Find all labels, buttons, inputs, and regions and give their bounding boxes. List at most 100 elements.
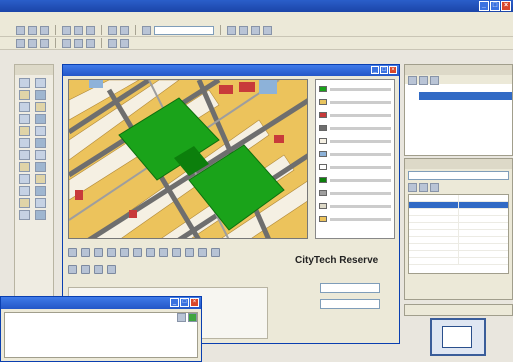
tool-icon[interactable] [19,174,30,184]
tool-icon[interactable] [19,126,30,136]
redo-icon[interactable] [120,25,129,35]
text-field[interactable] [320,299,380,309]
tool-icon[interactable] [35,162,46,172]
legend-row[interactable] [319,214,391,224]
text-field[interactable] [320,283,380,293]
tool-icon[interactable] [35,198,46,208]
zoom-out-icon[interactable] [81,247,90,257]
property-row[interactable] [409,216,508,223]
measure-icon[interactable] [146,247,155,257]
property-row[interactable] [409,251,508,258]
property-row[interactable] [409,223,508,230]
properties-icon[interactable] [251,25,260,35]
property-row[interactable] [409,195,508,202]
property-row[interactable] [409,209,508,216]
categorized-icon[interactable] [408,183,417,192]
same-size-icon[interactable] [108,38,117,48]
property-row[interactable] [409,258,508,265]
align-center-icon[interactable] [28,38,37,48]
print-icon[interactable] [185,247,194,257]
find-icon[interactable] [227,25,236,35]
tool-icon[interactable] [35,138,46,148]
tool-icon[interactable] [35,78,46,88]
align-top-icon[interactable] [62,38,71,48]
tool-icon[interactable] [35,114,46,124]
minimize-icon[interactable]: _ [170,298,179,307]
map-tool-icon[interactable] [68,264,77,274]
pan-icon[interactable] [94,247,103,257]
dialog-icon[interactable] [177,313,186,322]
map-tool-icon[interactable] [81,264,90,274]
identify-icon[interactable] [120,247,129,257]
tool-icon[interactable] [19,186,30,196]
object-selector-combo[interactable] [408,171,509,180]
property-row[interactable] [409,237,508,244]
copy-icon[interactable] [74,25,83,35]
map-view[interactable] [68,79,308,239]
tool-icon[interactable] [19,210,30,220]
tool-icon[interactable] [35,102,46,112]
tool-icon[interactable] [19,138,30,148]
tool-icon[interactable] [19,198,30,208]
open-file-icon[interactable] [28,25,37,35]
form-button[interactable] [338,323,368,335]
legend-row[interactable] [319,123,391,133]
events-icon[interactable] [430,183,439,192]
close-icon[interactable]: × [190,298,199,307]
alphabetical-icon[interactable] [419,183,428,192]
undo-icon[interactable] [108,25,117,35]
zoom-in-icon[interactable] [68,247,77,257]
align-bottom-icon[interactable] [86,38,95,48]
ide-title-bar[interactable]: _ □ × [0,0,513,12]
form-title-bar[interactable]: _ □ × [63,65,399,76]
property-row[interactable] [409,230,508,237]
start-debug-icon[interactable] [142,25,151,35]
tool-icon[interactable] [19,78,30,88]
legend-row[interactable] [319,110,391,120]
map-tool-icon[interactable] [211,247,220,257]
minimize-icon[interactable]: _ [371,66,379,74]
legend-row[interactable] [319,188,391,198]
tree-item[interactable] [405,84,512,92]
map-tool-icon[interactable] [94,264,103,274]
legend-row[interactable] [319,97,391,107]
tool-icon[interactable] [35,150,46,160]
configuration-combo[interactable] [154,25,214,35]
paste-icon[interactable] [86,25,95,35]
tool-icon[interactable] [35,126,46,136]
refresh-icon[interactable] [172,247,181,257]
map-tool-icon[interactable] [198,247,207,257]
align-left-icon[interactable] [16,38,25,48]
maximize-icon[interactable]: □ [180,298,189,307]
grid-icon[interactable] [120,38,129,48]
window-thumbnail[interactable] [430,318,486,356]
legend-row[interactable] [319,136,391,146]
tree-item[interactable] [405,100,512,108]
dialog-title-bar[interactable]: _ □ × [1,297,201,309]
full-extent-icon[interactable] [107,247,116,257]
maximize-icon[interactable]: □ [490,1,500,11]
legend-row[interactable] [319,84,391,94]
select-icon[interactable] [133,247,142,257]
save-icon[interactable] [40,25,49,35]
tool-icon[interactable] [35,90,46,100]
tool-icon[interactable] [35,210,46,220]
legend-row[interactable] [319,149,391,159]
tool-icon[interactable] [35,186,46,196]
legend-row[interactable] [319,162,391,172]
properties-icon[interactable] [408,76,417,85]
solution-explorer-icon[interactable] [239,25,248,35]
legend-row[interactable] [319,175,391,185]
maximize-icon[interactable]: □ [380,66,388,74]
property-row[interactable] [409,244,508,251]
tool-icon[interactable] [19,114,30,124]
tool-icon[interactable] [19,162,30,172]
tool-icon[interactable] [35,174,46,184]
show-all-files-icon[interactable] [419,76,428,85]
new-file-icon[interactable] [16,25,25,35]
map-tool-icon[interactable] [107,264,116,274]
layer-icon[interactable] [159,247,168,257]
refresh-icon[interactable] [430,76,439,85]
align-middle-icon[interactable] [74,38,83,48]
tree-item-selected[interactable] [419,92,512,100]
